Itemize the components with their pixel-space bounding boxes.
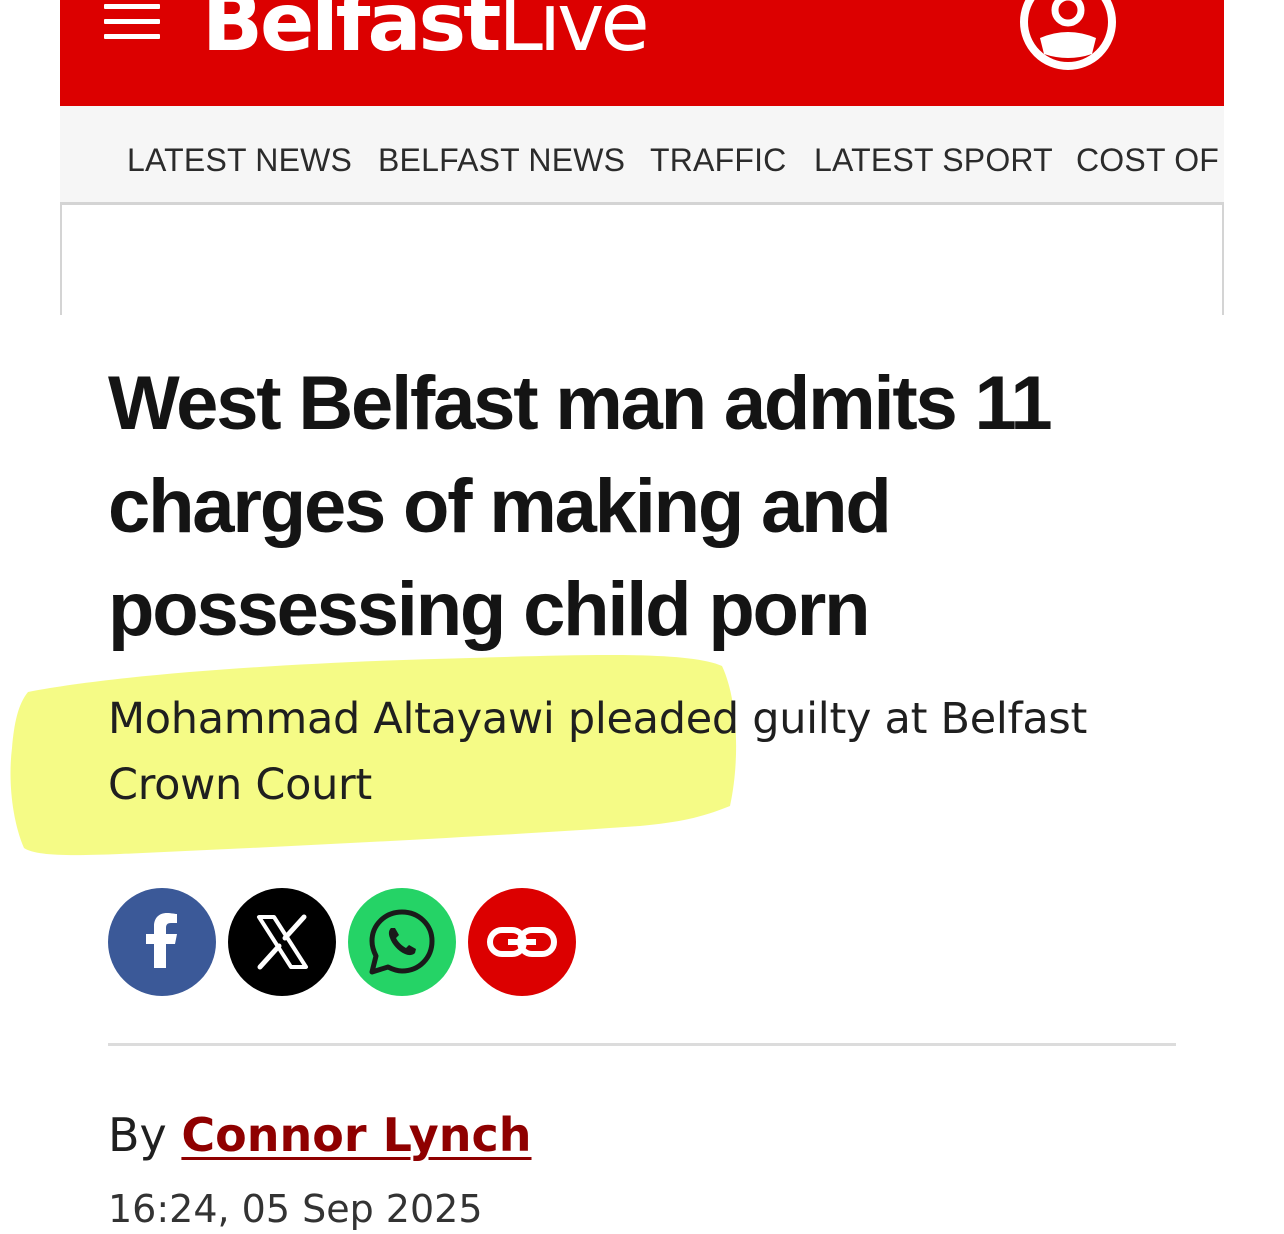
site-header: BelfastLive xyxy=(60,0,1224,106)
ad-placeholder xyxy=(60,202,1224,315)
menu-line xyxy=(104,34,160,39)
whatsapp-icon xyxy=(369,909,435,975)
menu-line xyxy=(104,19,160,24)
article-headline: West Belfast man admits 11 charges of ma… xyxy=(108,361,1053,652)
site-logo[interactable]: BelfastLive xyxy=(202,0,650,69)
nav-cost-of-living[interactable]: COST OF L xyxy=(1076,106,1224,202)
nav-traffic[interactable]: TRAFFIC xyxy=(650,106,787,202)
hamburger-menu-icon[interactable] xyxy=(104,0,162,44)
nav-belfast-news[interactable]: BELFAST NEWS xyxy=(378,106,625,202)
share-x-button[interactable] xyxy=(228,888,336,996)
user-account-icon[interactable] xyxy=(1018,0,1118,70)
logo-brand-light: Live xyxy=(498,0,649,69)
section-divider xyxy=(108,1043,1176,1046)
nav-latest-news[interactable]: LATEST NEWS xyxy=(127,106,352,202)
share-whatsapp-button[interactable] xyxy=(348,888,456,996)
link-icon xyxy=(487,927,557,957)
byline: By Connor Lynch xyxy=(108,1104,532,1166)
logo-brand-bold: Belfast xyxy=(202,0,501,69)
nav-latest-sport[interactable]: LATEST SPORT xyxy=(814,106,1053,202)
byline-prefix: By xyxy=(108,1108,167,1162)
copy-link-button[interactable] xyxy=(468,888,576,996)
x-icon xyxy=(257,914,308,970)
section-nav: LATEST NEWS BELFAST NEWS TRAFFIC LATEST … xyxy=(60,106,1224,202)
share-facebook-button[interactable] xyxy=(108,888,216,996)
article-standfirst: Mohammad Altayawi pleaded guilty at Belf… xyxy=(108,694,1088,810)
facebook-icon xyxy=(146,913,177,968)
publish-timestamp: 16:24, 05 Sep 2025 xyxy=(108,1187,483,1231)
author-link[interactable]: Connor Lynch xyxy=(181,1108,531,1162)
menu-line xyxy=(104,4,160,9)
